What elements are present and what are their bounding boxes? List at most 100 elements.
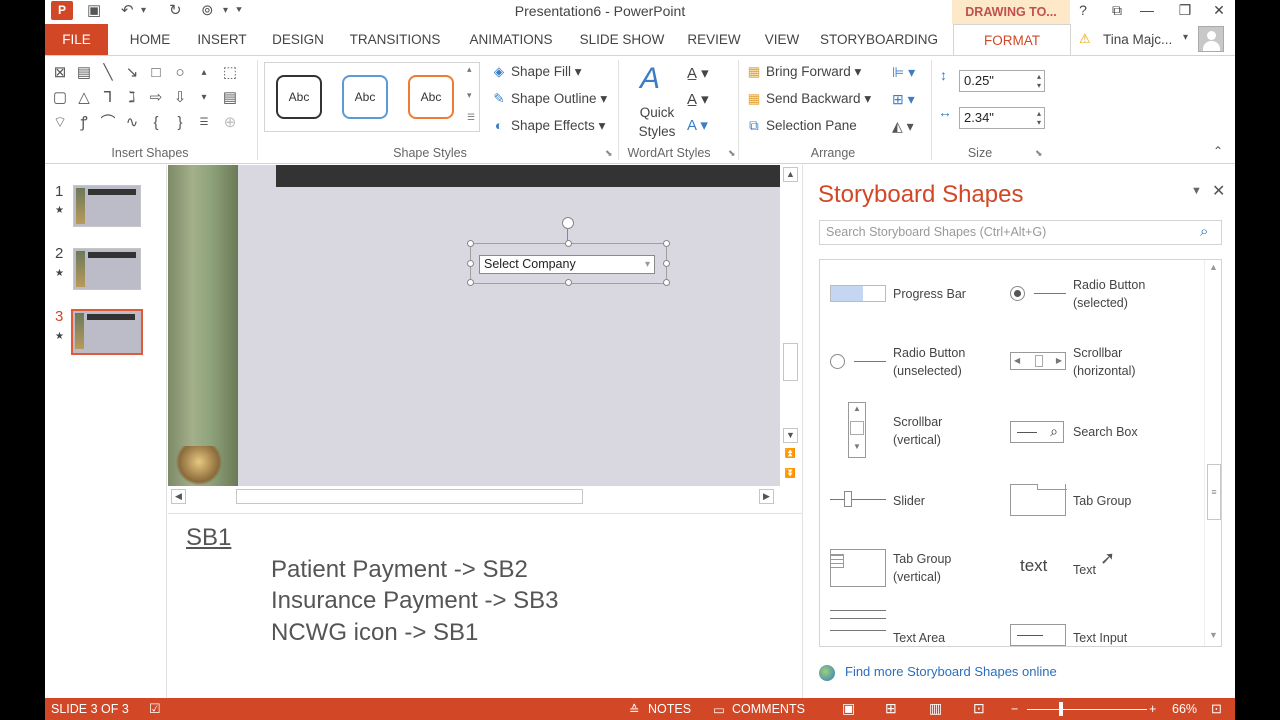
tab-animations[interactable]: ANIMATIONS [459,24,563,55]
rectangle-icon[interactable]: □ [145,62,167,84]
slide-thumbnail-3[interactable] [71,309,143,355]
notes-toggle-icon[interactable]: ≙ [629,702,639,717]
resize-handle[interactable] [565,279,572,286]
horizontal-scroll-thumb[interactable] [236,489,583,504]
start-from-beginning-icon[interactable]: ⊚ [201,2,214,20]
text-outline-icon[interactable]: A̲ ▾ [687,90,709,108]
slide-horizontal-scrollbar[interactable]: ◀ ▶ [168,487,780,506]
shapes-list-scrollbar[interactable]: ▲ ≡ ▼ [1204,260,1221,646]
tab-file[interactable]: FILE [45,24,108,55]
slider-icon[interactable] [830,490,888,508]
tab-slide-show[interactable]: SLIDE SHOW [575,24,669,55]
scroll-down-icon[interactable]: ▼ [1206,629,1221,644]
radio-unselected-icon[interactable] [830,354,890,370]
send-backward-button[interactable]: ▦ Send Backward ▾ [745,91,871,107]
vertical-scroll-thumb[interactable] [783,343,798,381]
resize-handle[interactable] [467,260,474,267]
customize-qat-icon[interactable]: ⯆ [235,2,243,20]
slide-title-banner[interactable] [276,165,780,187]
shape-outline-button[interactable]: ✎ Shape Outline ▾ [490,91,607,107]
slide-thumbnail-1[interactable] [73,185,141,227]
styles-more-icon[interactable]: ☰ [467,112,475,123]
resize-handle[interactable] [467,279,474,286]
search-input[interactable]: Search Storyboard Shapes (Ctrl+Alt+G) [819,220,1222,245]
text-fill-icon[interactable]: A̲ ▾ [687,64,709,82]
tab-review[interactable]: REVIEW [681,24,747,55]
tab-view[interactable]: VIEW [757,24,807,55]
tab-insert[interactable]: INSERT [191,24,253,55]
bring-forward-button[interactable]: ▦ Bring Forward ▾ [745,64,862,80]
rotate-handle[interactable] [562,217,574,229]
previous-slide-icon[interactable]: ⏫ [783,447,798,462]
help-button[interactable]: ? [1067,0,1099,22]
find-more-shapes-link[interactable]: Find more Storyboard Shapes online [819,664,1057,681]
arc-icon[interactable]: ⌒ [97,112,119,134]
slide-show-icon[interactable]: ⊡ [973,700,985,717]
shape-label[interactable]: Tab Group (vertical) [893,550,951,586]
group-objects-icon[interactable]: ⊞ ▾ [892,91,915,108]
left-brace-icon[interactable]: { [145,112,167,134]
tab-group-icon[interactable] [1010,484,1067,516]
search-box-icon[interactable]: ⌕ [1010,421,1064,443]
scroll-left-icon[interactable]: ◀ [171,489,186,504]
powerpoint-logo-icon[interactable]: P [51,1,73,20]
down-arrow-icon[interactable]: ⇩ [169,87,191,109]
select-company-combobox[interactable]: Select Company [479,255,655,274]
shape-label[interactable]: Scrollbar (vertical) [893,413,942,449]
arrow-line-icon[interactable]: ↘ [121,62,143,84]
resize-handle[interactable] [467,240,474,247]
list-scroll-thumb[interactable]: ≡ [1207,464,1221,520]
slide-vertical-scrollbar[interactable]: ▲ ▼ ⏫ ⏬ [781,165,800,486]
gallery-down-icon[interactable]: ▾ [193,87,215,109]
minimize-icon[interactable]: — [1131,0,1163,22]
restore-icon[interactable]: ❐ [1169,0,1201,22]
collapse-ribbon-icon[interactable]: ⌃ [1213,144,1223,158]
shape-label[interactable]: Tab Group [1073,492,1131,510]
horizontal-scrollbar-icon[interactable]: ◀ ▶ [1010,352,1066,370]
spelling-check-icon[interactable]: ☑ [149,701,161,717]
resize-handle[interactable] [663,240,670,247]
shape-label[interactable]: Progress Bar [893,285,966,303]
redo-icon[interactable]: ↻ [169,2,182,20]
draw-text-box-icon[interactable]: ▤ [219,87,241,109]
text-box-icon[interactable]: ⊠ [49,62,71,84]
resize-handle[interactable] [663,260,670,267]
align-icon[interactable]: ⊫ ▾ [892,64,915,81]
tab-design[interactable]: DESIGN [265,24,331,55]
tab-format[interactable]: FORMAT [953,24,1071,56]
rounded-rectangle-icon[interactable]: ▢ [49,87,71,109]
shape-label[interactable]: Radio Button (selected) [1073,276,1145,312]
notes-button[interactable]: NOTES [648,702,691,716]
text-effects-icon[interactable]: A ▾ [687,116,708,134]
shape-width-input[interactable]: 2.34" [959,107,1045,129]
zoom-slider[interactable] [1027,709,1147,710]
merge-shapes-icon[interactable]: ⊕ [219,112,241,134]
tab-transitions[interactable]: TRANSITIONS [343,24,447,55]
user-name[interactable]: Tina Majc... [1103,32,1172,47]
gallery-more-icon[interactable]: ☰ [193,112,215,134]
undo-dropdown-icon[interactable]: ▾ [141,2,146,20]
text-input-icon[interactable] [1010,624,1066,646]
right-brace-icon[interactable]: } [169,112,191,134]
styles-down-icon[interactable]: ▾ [467,90,472,101]
undo-icon[interactable]: ↶ [121,2,134,20]
shape-label[interactable]: Text Input [1073,629,1127,646]
shape-label[interactable]: Scrollbar (horizontal) [1073,344,1136,380]
pane-options-icon[interactable]: ▼ [1191,185,1202,197]
shape-label[interactable]: Search Box [1073,423,1138,441]
ribbon-display-options-icon[interactable]: ⧉ [1101,0,1133,22]
oval-icon[interactable]: ○ [169,62,191,84]
warning-icon[interactable]: ⚠ [1079,31,1091,47]
shape-effects-button[interactable]: ◐ Shape Effects ▾ [490,118,605,134]
radio-selected-icon[interactable] [1010,286,1070,302]
gallery-up-icon[interactable]: ▴ [193,62,215,84]
rotate-icon[interactable]: ◭ ▾ [892,118,914,135]
start-dropdown-icon[interactable]: ▾ [223,2,228,20]
fit-to-window-icon[interactable]: ⊡ [1211,701,1222,717]
shape-label[interactable]: Text Area [893,629,945,646]
curve-icon[interactable]: ∿ [121,112,143,134]
avatar[interactable] [1198,26,1224,52]
text-box-horizontal-icon[interactable]: ▤ [73,62,95,84]
right-arrow-icon[interactable]: ⇨ [145,87,167,109]
line-icon[interactable]: ╲ [97,62,119,84]
